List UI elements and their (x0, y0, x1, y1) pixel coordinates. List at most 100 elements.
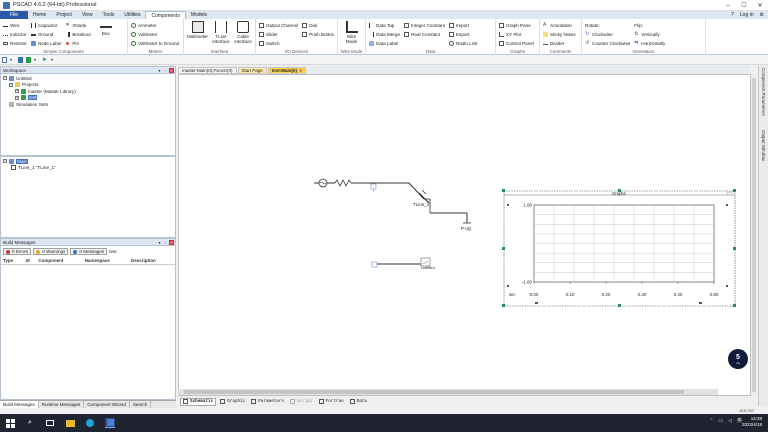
wire-2[interactable] (408, 182, 425, 200)
voltage-source[interactable] (314, 178, 335, 188)
tab-project[interactable]: Project (51, 11, 77, 19)
close-tab-icon[interactable]: ✕ (299, 68, 302, 73)
float-panel-icon[interactable]: ▫ (163, 240, 168, 245)
rotate-clockwise-button[interactable]: ↻ Clockwise (585, 30, 630, 38)
save-icon[interactable] (18, 56, 23, 63)
tab-home[interactable]: Home (28, 11, 51, 19)
tab-tools[interactable]: Tools (98, 11, 120, 19)
ground-button[interactable]: Ground (30, 30, 62, 38)
data-merge-button[interactable]: Data Merge (369, 30, 400, 38)
system-clock[interactable]: 14:28 2022/4/18 (742, 416, 762, 428)
view-tab-schematic[interactable]: Schematic (180, 397, 217, 406)
capacitor-button[interactable]: Capacitor (30, 21, 62, 29)
selection-handle[interactable] (502, 247, 505, 250)
slider-button[interactable]: Slider (259, 30, 298, 38)
control-panel-button[interactable]: Control Panel (499, 39, 534, 47)
resistor-button[interactable]: Resistor (3, 39, 27, 47)
view-tab-parameters[interactable]: Parameters (249, 398, 286, 406)
close-panel-icon[interactable]: ✕ (169, 240, 174, 245)
view-tab-graphic[interactable]: Graphic (218, 398, 247, 406)
dropdown-icon-2[interactable]: ▾ (34, 57, 39, 63)
doc-tab-master[interactable]: master:Main(0):Fscosr(0) (178, 66, 237, 74)
xnode-button[interactable]: ✕ XNode (65, 21, 90, 29)
radio-link-button[interactable]: Radio Link (448, 39, 478, 47)
network-icon[interactable]: ▭ (718, 418, 723, 424)
pin-panel-icon[interactable]: ▾ (157, 240, 162, 245)
tab-component-wizard[interactable]: Component Wizard (84, 401, 130, 408)
collapse-icon[interactable]: − (3, 159, 7, 164)
graph-pane-button[interactable]: Graph Pane (499, 21, 534, 29)
scroll-handle-left[interactable] (535, 302, 538, 304)
tab-utilities[interactable]: Utilities (119, 11, 145, 19)
tab-view[interactable]: View (77, 11, 98, 19)
flip-vertically-button[interactable]: ⇅ Vertically (634, 30, 665, 38)
export-button[interactable]: Export (448, 30, 478, 38)
view-tab-data[interactable]: Data (348, 398, 369, 406)
login-link[interactable]: Log in (740, 12, 754, 18)
tab-search[interactable]: Search (130, 401, 152, 408)
expand-icon[interactable]: + (15, 89, 19, 94)
breakout-button[interactable]: Breakout (65, 30, 91, 38)
vertical-scrollbar[interactable] (751, 74, 757, 396)
graph-handle[interactable] (507, 285, 509, 287)
selection-handle[interactable] (733, 189, 736, 192)
node-marker-2[interactable] (371, 261, 378, 268)
divider-button[interactable]: Divider (543, 39, 576, 47)
voltmeter-button[interactable]: Voltmeter (131, 30, 179, 38)
run-icon[interactable]: ► (42, 57, 48, 63)
output-window-tab[interactable]: Output Window (761, 130, 766, 161)
build-icon[interactable] (26, 56, 31, 63)
resistor[interactable] (334, 179, 352, 187)
close-icon[interactable]: ✕ (752, 0, 768, 11)
data-tap-button[interactable]: Data Tap (369, 21, 400, 29)
horizontal-scrollbar[interactable] (178, 389, 718, 395)
pin-button[interactable]: Pin (65, 39, 90, 47)
schematic-canvas[interactable]: TLine_1 P+jQ Untitled Graphs 0.00 0.10 0… (178, 74, 751, 396)
errors-filter-button[interactable]: 0 Errors (3, 248, 32, 255)
voltmeter-to-ground-button[interactable]: Voltmeter to Ground (131, 39, 179, 47)
dial-button[interactable]: Dial (302, 21, 334, 29)
tab-components[interactable]: Components (145, 11, 186, 19)
output-channel-button[interactable]: Output Channel (259, 21, 298, 29)
graph-handle[interactable] (507, 204, 509, 206)
file-explorer-icon[interactable] (65, 418, 75, 428)
volume-icon[interactable]: ◁ (728, 418, 732, 424)
pscad-app-icon[interactable] (105, 418, 115, 428)
inductor-button[interactable]: Inductor (3, 30, 27, 38)
data-label-button[interactable]: Data Label (369, 39, 400, 47)
import-button[interactable]: Import (448, 21, 478, 29)
help-icon[interactable]: ? (731, 12, 734, 18)
edge-browser-icon[interactable] (85, 418, 95, 428)
selection-handle[interactable] (502, 189, 505, 192)
wire-button[interactable]: Wire (3, 21, 27, 29)
tree-node-simulation-sets[interactable]: Simulation Sets (3, 101, 173, 108)
runtime-badge[interactable]: 5 ms (728, 349, 748, 369)
component-parameters-tab[interactable]: Component Parameters (761, 68, 766, 116)
rotate-counter-clockwise-button[interactable]: ↺ Counter Clockwise (585, 39, 630, 47)
tree-node-tline[interactable]: TLine_1 "TLine_1" (3, 165, 173, 172)
tray-chevron-icon[interactable]: ⌃ (709, 418, 713, 424)
selection-handle[interactable] (618, 189, 621, 192)
graph-handle[interactable] (726, 204, 728, 206)
node-marker[interactable] (370, 183, 377, 192)
scroll-handle-right[interactable] (699, 302, 702, 304)
close-panel-icon[interactable]: ✕ (169, 68, 174, 73)
ammeter-button[interactable]: Ammeter (131, 21, 179, 29)
selection-handle[interactable] (502, 304, 505, 307)
minimize-icon[interactable]: – (720, 0, 736, 11)
column-type[interactable]: Type (1, 257, 24, 265)
file-menu-button[interactable]: File (0, 11, 28, 19)
sticky-notes-button[interactable]: Sticky Notes (543, 30, 576, 38)
tab-build-messages[interactable]: Build Messages (0, 401, 39, 408)
integer-constant-button[interactable]: Integer Constant (404, 21, 445, 29)
dropdown-icon[interactable]: ▾ (10, 57, 15, 63)
warnings-filter-button[interactable]: 0 Warnings (33, 248, 69, 255)
xy-plot-button[interactable]: XY Plot (499, 30, 534, 38)
node-label-button[interactable]: Node Label (30, 39, 61, 47)
search-icon[interactable]: ⌕ (25, 418, 35, 428)
real-constant-button[interactable]: Real Constant (404, 30, 445, 38)
switch-button[interactable]: Switch (259, 39, 298, 47)
column-component[interactable]: Component (36, 257, 83, 265)
expand-icon[interactable]: + (15, 95, 19, 100)
doc-tab-test-main[interactable]: test:Main(0) ✕ (267, 66, 307, 74)
